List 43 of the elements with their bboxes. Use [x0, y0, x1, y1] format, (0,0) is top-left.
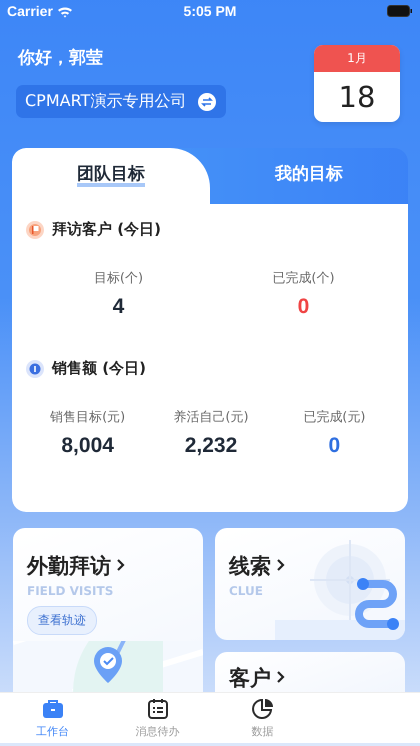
briefcase-icon — [40, 697, 64, 721]
metric-value: 0 — [328, 434, 340, 458]
metric-label: 销售目标(元) — [50, 409, 126, 426]
feature-card[interactable]: 外勤拜访 FIELD VISITS 查看轨迹 — [13, 528, 203, 692]
tab-bar-item[interactable]: 消息待办 — [105, 693, 210, 743]
card-subtitle: FIELD VISITS — [27, 584, 114, 598]
goal-tab[interactable]: 团队目标 — [12, 148, 210, 204]
card-title: 外勤拜访 — [27, 552, 128, 580]
tab-bar-item[interactable]: 数据 — [210, 693, 315, 743]
flag-icon — [26, 220, 44, 238]
greeting-text: 你好，郭莹 — [16, 47, 104, 69]
goal-tab[interactable]: 我的目标 — [210, 148, 408, 204]
chevron-right-icon — [115, 557, 128, 573]
coin-icon — [26, 360, 44, 378]
track-button[interactable]: 查看轨迹 — [27, 606, 97, 635]
wifi-icon — [56, 4, 73, 18]
battery-icon — [387, 5, 413, 17]
feature-card[interactable]: 客户 — [215, 652, 405, 692]
card-title: 客户 — [229, 664, 288, 692]
metric-value: 4 — [112, 295, 124, 319]
tab-bar-item[interactable]: 工作台 — [0, 693, 105, 743]
metric-label: 养活自己(元) — [173, 409, 249, 426]
metric-value: 0 — [298, 295, 310, 319]
calendar-icon — [146, 697, 170, 721]
feature-card[interactable]: 线索 CLUE — [215, 528, 405, 640]
card-subtitle: CLUE — [229, 584, 263, 598]
pie-chart-icon — [250, 697, 274, 721]
company-switcher[interactable]: CPMART演示专用公司 — [16, 85, 226, 118]
metric-label: 目标(个) — [94, 270, 144, 287]
carrier-label: Carrier — [7, 3, 53, 19]
section-title: 销售额 (今日) — [52, 359, 146, 378]
switch-icon — [198, 92, 216, 110]
card-title: 线索 — [229, 552, 288, 580]
metric-label: 已完成(个) — [272, 270, 335, 287]
calendar-month: 1月 — [347, 50, 367, 67]
chevron-right-icon — [275, 669, 288, 685]
calendar-day: 18 — [338, 80, 376, 114]
chevron-right-icon — [275, 557, 288, 573]
clock-time: 5:05 PM — [184, 3, 236, 19]
metric-label: 已完成(元) — [303, 409, 366, 426]
metric-value: 2,232 — [184, 434, 238, 458]
metric-value: 8,004 — [61, 434, 114, 458]
section-title: 拜访客户 (今日) — [52, 220, 161, 239]
